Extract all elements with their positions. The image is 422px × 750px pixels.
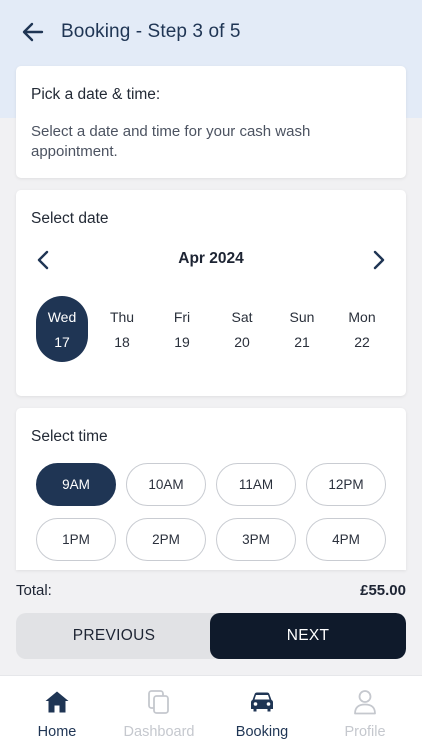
- total-value: £55.00: [360, 582, 406, 599]
- tab-profile[interactable]: Profile: [315, 676, 415, 750]
- tab-label: Dashboard: [123, 724, 195, 740]
- day-number: 17: [54, 333, 70, 350]
- day-option[interactable]: Mon 22: [336, 296, 388, 362]
- total-row: Total: £55.00: [16, 582, 406, 602]
- day-name: Mon: [348, 308, 376, 325]
- month-label: Apr 2024: [178, 250, 244, 267]
- day-option[interactable]: Fri 19: [156, 296, 208, 362]
- day-option[interactable]: Thu 18: [96, 296, 148, 362]
- day-list: Wed 17 Thu 18 Fri 19 Sat 20 Sun 21 Mon 2…: [36, 296, 396, 362]
- day-name: Fri: [173, 308, 191, 325]
- time-slot[interactable]: 10AM: [126, 463, 206, 506]
- user-icon: [351, 688, 379, 716]
- tab-label: Profile: [344, 724, 386, 740]
- intro-card: Pick a date & time: Select a date and ti…: [16, 66, 406, 178]
- time-slot[interactable]: 1PM: [36, 518, 116, 561]
- time-picker-heading: Select time: [31, 428, 108, 445]
- previous-button[interactable]: PREVIOUS: [16, 613, 212, 659]
- time-slot[interactable]: 3PM: [216, 518, 296, 561]
- home-icon: [43, 688, 71, 716]
- day-name: Sun: [289, 308, 315, 325]
- time-slot[interactable]: 4PM: [306, 518, 386, 561]
- day-number: 22: [354, 333, 370, 350]
- bottom-tab-bar: Home Dashboard Booking Profile: [0, 675, 422, 750]
- month-navigator: Apr 2024: [16, 248, 406, 272]
- day-option[interactable]: Sat 20: [216, 296, 268, 362]
- date-picker-card: Select date Apr 2024 Wed 17 Thu 18 Fri 1…: [16, 190, 406, 396]
- day-number: 18: [114, 333, 130, 350]
- next-button[interactable]: NEXT: [210, 613, 406, 659]
- day-number: 20: [234, 333, 250, 350]
- time-slot[interactable]: 12PM: [306, 463, 386, 506]
- tab-label: Home: [37, 724, 77, 740]
- chevron-right-icon: [373, 250, 385, 270]
- day-name: Wed: [47, 308, 77, 325]
- tab-booking[interactable]: Booking: [212, 676, 312, 750]
- day-number: 21: [294, 333, 310, 350]
- date-picker-heading: Select date: [31, 210, 109, 227]
- day-option[interactable]: Sun 21: [276, 296, 328, 362]
- time-slot[interactable]: 11AM: [216, 463, 296, 506]
- next-month-button[interactable]: [367, 248, 391, 272]
- day-number: 19: [174, 333, 190, 350]
- intro-heading: Pick a date & time:: [31, 86, 161, 103]
- total-label: Total:: [16, 582, 52, 599]
- navigation-buttons: PREVIOUS NEXT: [16, 613, 406, 659]
- time-picker-card: Select time 9AM 10AM 11AM 12PM 1PM 2PM 3…: [16, 408, 406, 570]
- back-button[interactable]: [20, 20, 46, 44]
- car-icon: [248, 688, 276, 716]
- time-slot[interactable]: 2PM: [126, 518, 206, 561]
- copy-icon: [145, 688, 173, 716]
- app-header: Booking - Step 3 of 5: [0, 0, 422, 64]
- tab-dashboard[interactable]: Dashboard: [109, 676, 209, 750]
- day-option[interactable]: Wed 17: [36, 296, 88, 362]
- page-title: Booking - Step 3 of 5: [61, 21, 241, 42]
- arrow-left-icon: [22, 22, 44, 42]
- day-name: Thu: [109, 308, 135, 325]
- intro-description: Select a date and time for your cash was…: [31, 123, 311, 160]
- time-slot[interactable]: 9AM: [36, 463, 116, 506]
- tab-home[interactable]: Home: [7, 676, 107, 750]
- day-name: Sat: [231, 308, 253, 325]
- tab-label: Booking: [235, 724, 289, 740]
